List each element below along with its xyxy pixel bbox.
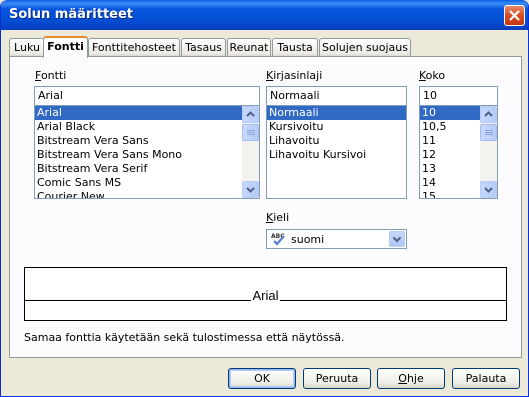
title-bar[interactable]: Solun määritteet — [1, 0, 528, 30]
tab-tasaus[interactable]: Tasaus — [181, 38, 226, 57]
font-list[interactable]: Arial Arial Black Bitstream Vera Sans Bitst… — [34, 105, 260, 199]
ok-button[interactable]: OK — [228, 368, 296, 389]
preview-text: Arial — [251, 288, 280, 303]
language-dropdown-button[interactable] — [389, 231, 405, 247]
chevron-up-icon — [484, 111, 493, 117]
dialog-window: Solun määritteet Luku Fontti Fonttitehos… — [0, 0, 529, 397]
language-label: Kieli — [266, 211, 290, 224]
font-label: Fontti — [35, 69, 67, 82]
size-list-scrollbar[interactable] — [480, 106, 497, 198]
chevron-up-icon — [246, 111, 255, 117]
close-button[interactable] — [504, 5, 525, 26]
font-input[interactable]: Arial — [34, 86, 260, 106]
cancel-button[interactable]: Peruuta — [303, 368, 371, 389]
scroll-up-button[interactable] — [242, 106, 259, 123]
help-button[interactable]: Ohje — [377, 368, 445, 389]
language-select[interactable]: ABC suomi — [266, 229, 407, 249]
language-value: suomi — [291, 233, 325, 246]
scroll-up-button[interactable] — [480, 106, 497, 123]
list-item[interactable]: Arial Black — [35, 120, 259, 134]
list-item[interactable]: Comic Sans MS — [35, 176, 259, 190]
font-list-items: Arial Arial Black Bitstream Vera Sans Bitst… — [35, 106, 259, 198]
info-text: Samaa fonttia käytetään sekä tulostimess… — [24, 331, 345, 344]
list-item[interactable]: Kursivoitu — [267, 120, 406, 134]
scroll-thumb[interactable] — [480, 124, 497, 141]
chevron-down-icon — [392, 236, 402, 243]
tab-fontti[interactable]: Fontti — [43, 36, 88, 58]
tab-fonttitehosteet[interactable]: Fonttitehosteet — [88, 38, 180, 57]
list-item[interactable]: Normaali — [267, 106, 406, 120]
list-item[interactable]: Lihavoitu Kursivoi — [267, 148, 406, 162]
tab-panel-font: Fontti Arial Arial Arial Black Bitstream V… — [9, 56, 522, 358]
font-preview: Arial — [24, 267, 507, 321]
window-title: Solun määritteet — [9, 7, 134, 22]
list-item[interactable]: Arial — [35, 106, 259, 120]
scroll-down-button[interactable] — [242, 181, 259, 198]
scroll-thumb[interactable] — [242, 124, 259, 141]
font-list-scrollbar[interactable] — [242, 106, 259, 198]
list-item[interactable]: Bitstream Vera Sans Mono — [35, 148, 259, 162]
list-item[interactable]: Lihavoitu — [267, 134, 406, 148]
size-input[interactable]: 10 — [419, 86, 498, 106]
style-list[interactable]: Normaali Kursivoitu Lihavoitu Lihavoitu Kur… — [266, 105, 407, 199]
list-item[interactable]: Courier New — [35, 190, 259, 198]
tab-solujen-suojaus[interactable]: Solujen suojaus — [319, 38, 411, 57]
reset-button[interactable]: Palauta — [452, 368, 520, 389]
chevron-down-icon — [484, 187, 493, 193]
style-list-items: Normaali Kursivoitu Lihavoitu Lihavoitu Kur… — [267, 106, 406, 162]
close-icon — [509, 10, 520, 21]
spellcheck-icon: ABC — [270, 231, 288, 247]
tab-tausta[interactable]: Tausta — [272, 38, 318, 57]
size-label: Koko — [419, 69, 446, 82]
list-item[interactable]: Bitstream Vera Serif — [35, 162, 259, 176]
tab-luku[interactable]: Luku — [9, 38, 45, 57]
size-list[interactable]: 10 10,5 11 12 13 14 15 — [419, 105, 498, 199]
tab-reunat[interactable]: Reunat — [227, 38, 271, 57]
style-input[interactable]: Normaali — [266, 86, 407, 106]
style-label: Kirjasinlaji — [266, 69, 323, 82]
list-item[interactable]: Bitstream Vera Sans — [35, 134, 259, 148]
chevron-down-icon — [246, 187, 255, 193]
scroll-down-button[interactable] — [480, 181, 497, 198]
